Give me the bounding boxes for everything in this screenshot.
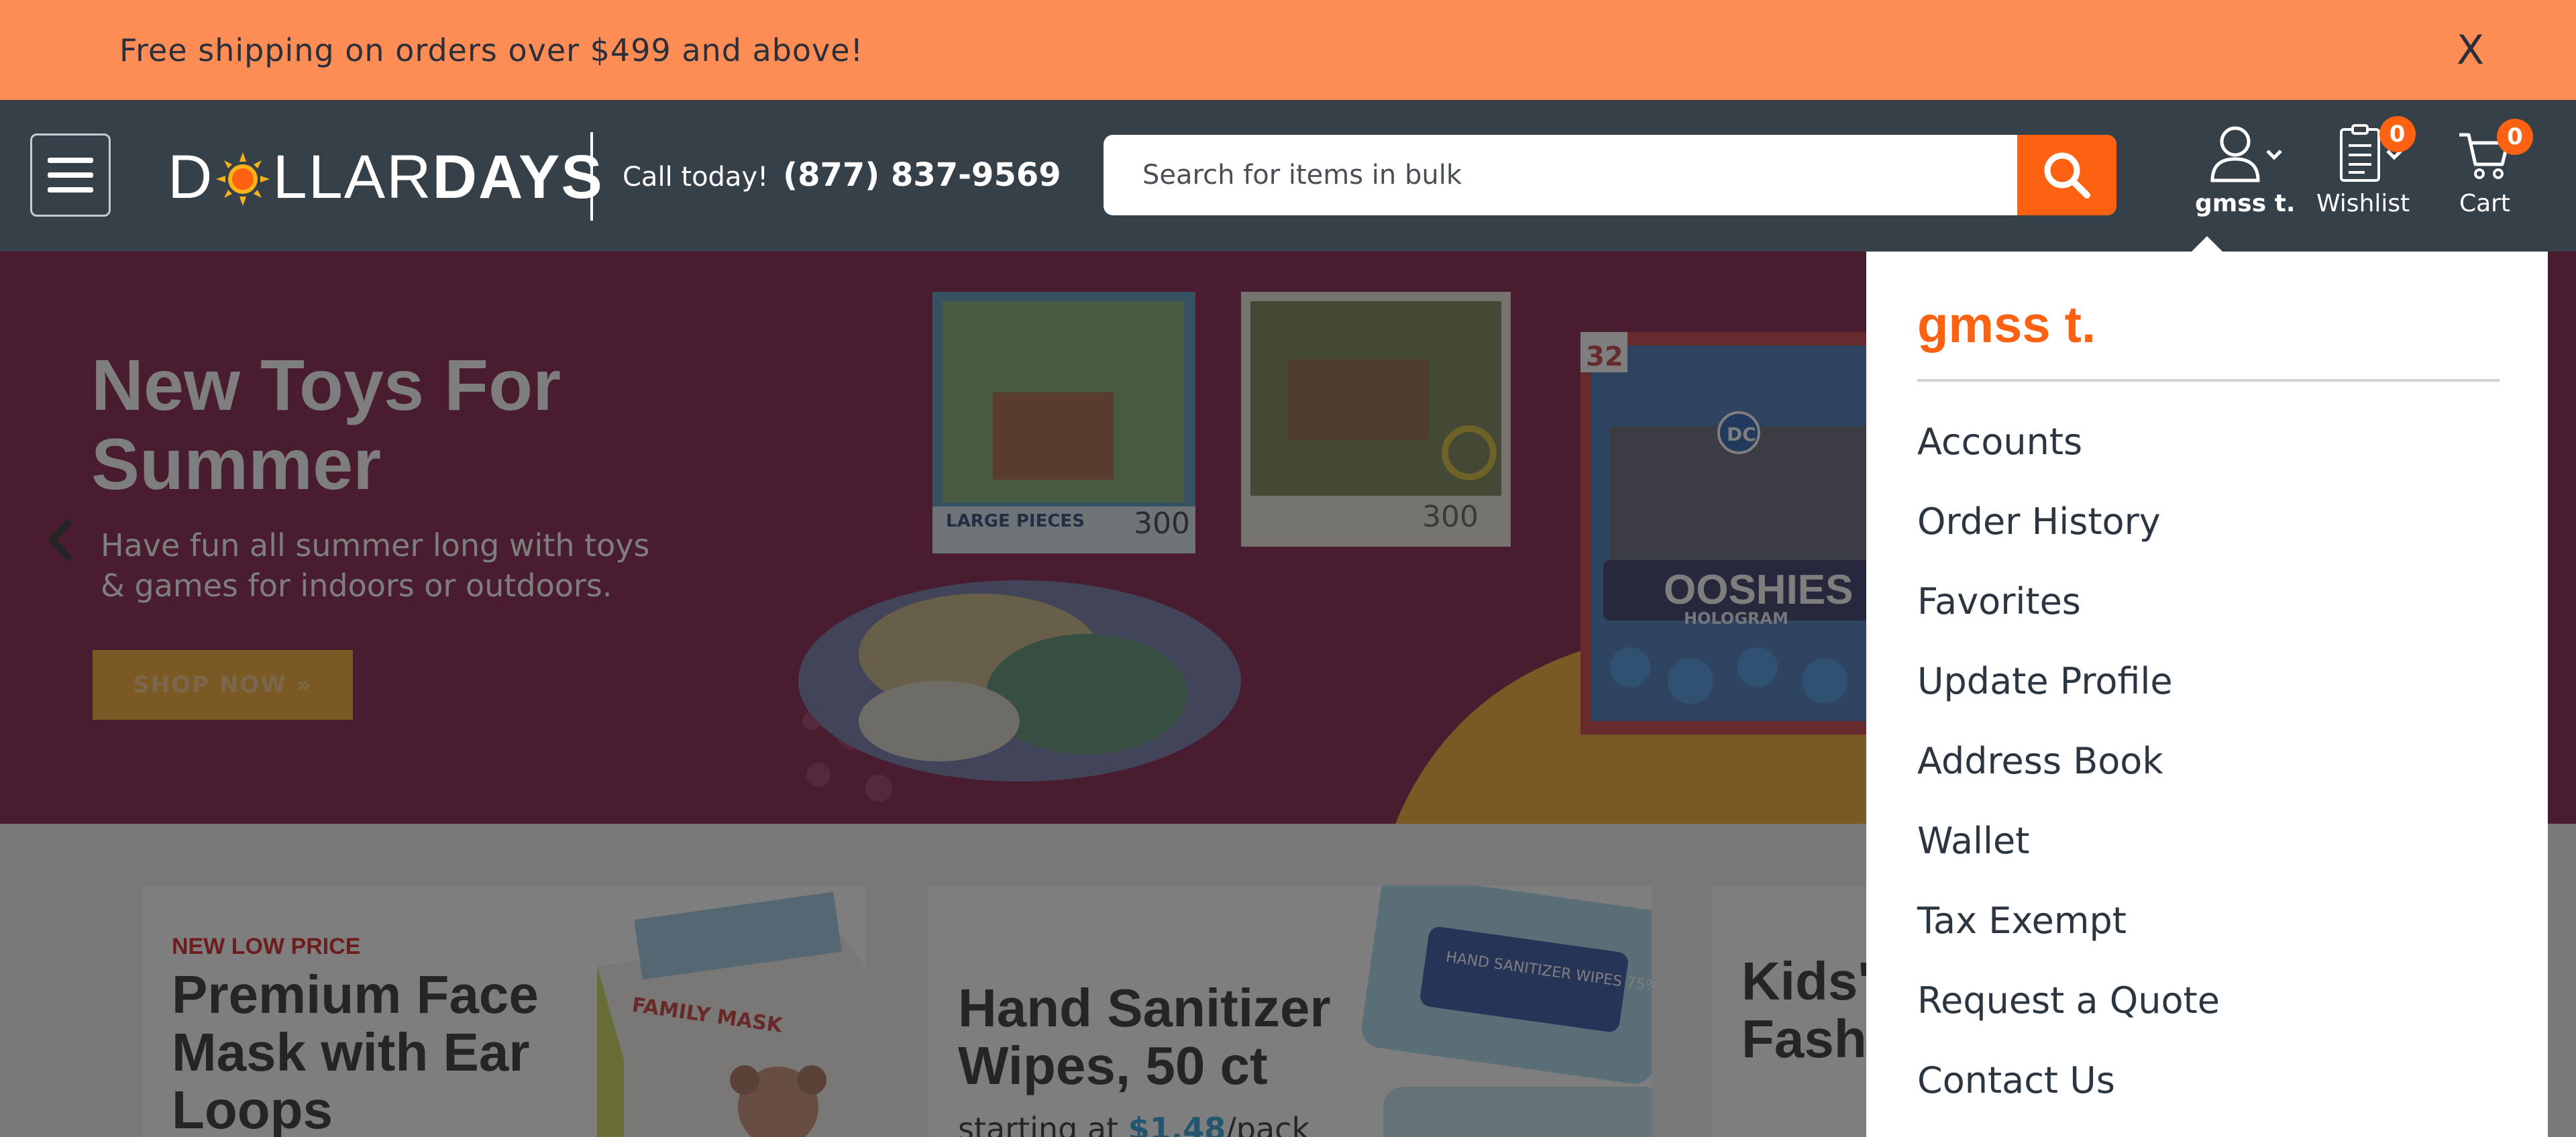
dropdown-menu: Accounts Order History Favorites Update … xyxy=(1917,419,2220,1137)
promo-text: Free shipping on orders over $499 and ab… xyxy=(119,32,864,68)
menu-item-contact-us[interactable]: Contact Us xyxy=(1917,1058,2220,1137)
promo-bar: Free shipping on orders over $499 and ab… xyxy=(0,0,2576,100)
card-tag: NEW LOW PRICE xyxy=(172,934,361,959)
card-title: Hand Sanitizer Wipes, 50 ct xyxy=(958,978,1331,1095)
menu-item-accounts[interactable]: Accounts xyxy=(1917,419,2220,499)
sun-icon xyxy=(216,150,270,206)
shop-now-button[interactable]: SHOP NOW » xyxy=(93,650,353,720)
logo-text-light: LLAR xyxy=(272,142,433,211)
face-mask-product-image: FAMILY MASK xyxy=(597,891,865,1137)
price-suffix: /pack xyxy=(1226,1111,1310,1137)
call-label: Call today! xyxy=(623,162,769,193)
clipboard-list-icon xyxy=(2339,124,2380,182)
menu-item-update-profile[interactable]: Update Profile xyxy=(1917,659,2220,739)
site-header: D LLAR DAYS Call today! (877) 837-9569 S… xyxy=(0,100,2576,252)
logo-text-bold: DAYS xyxy=(432,142,604,211)
chevron-left-icon xyxy=(48,518,72,562)
menu-item-request-quote[interactable]: Request a Quote xyxy=(1917,978,2220,1058)
hero-title: New Toys For Summer xyxy=(91,344,561,504)
price-prefix: starting at xyxy=(958,1111,1128,1137)
price-amount: $1.48 xyxy=(1128,1111,1226,1137)
menu-item-order-history[interactable]: Order History xyxy=(1917,499,2220,579)
dropdown-caret xyxy=(2191,236,2223,252)
puzzle-box-1-text: LARGE PIECES xyxy=(946,511,1085,531)
promo-card-sanitizer-wipes[interactable]: HAND SANITIZER WIPES 75% ALCOHOL Hand Sa… xyxy=(928,885,1652,1137)
search-button[interactable] xyxy=(2017,135,2116,215)
carousel-prev-button[interactable] xyxy=(47,517,74,566)
search-icon xyxy=(2044,152,2090,199)
toy-box-title: OOSHIES xyxy=(1664,567,1854,613)
hamburger-icon xyxy=(48,158,93,163)
chevron-down-icon xyxy=(2266,150,2282,160)
call-info: Call today! (877) 837-9569 xyxy=(623,156,1061,194)
logo-letter-d: D xyxy=(168,142,214,211)
dropdown-divider xyxy=(1917,379,2500,382)
menu-item-favorites[interactable]: Favorites xyxy=(1917,579,2220,659)
cart-label: Cart xyxy=(2459,190,2511,217)
phone-number[interactable]: (877) 837-9569 xyxy=(783,156,1061,194)
wishlist-button[interactable]: 0 Wishlist xyxy=(2316,116,2416,217)
toy-box-badge: 32 xyxy=(1586,341,1623,372)
search-bar xyxy=(1104,135,2116,215)
promo-close-button[interactable]: X xyxy=(2457,27,2484,74)
menu-item-wallet[interactable]: Wallet xyxy=(1917,818,2220,898)
puzzle-box-1-count: 300 xyxy=(1134,506,1190,541)
card-price: starting at $1.48/pack xyxy=(958,1111,1309,1137)
cart-count-badge: 0 xyxy=(2497,119,2533,155)
site-logo[interactable]: D LLAR DAYS xyxy=(168,140,604,214)
hero-product-images: LARGE PIECES 300 300 32 DC OOSHIES HOLOG… xyxy=(798,292,1878,824)
promo-card-face-mask[interactable]: FAMILY MASK NEW LOW PRICE Premium Face M… xyxy=(142,885,865,1137)
card-title: Premium Face Mask with Ear Loops xyxy=(172,965,539,1137)
search-input[interactable] xyxy=(1104,135,2017,215)
menu-item-tax-exempt[interactable]: Tax Exempt xyxy=(1917,898,2220,978)
logo-divider xyxy=(590,132,593,221)
menu-item-address-book[interactable]: Address Book xyxy=(1917,739,2220,818)
toy-box-subtitle: HOLOGRAM xyxy=(1684,609,1788,628)
puzzle-box-2-count: 300 xyxy=(1422,500,1479,534)
hero-subtitle: Have fun all summer long with toys & gam… xyxy=(101,527,650,604)
toy-box-logo: DC xyxy=(1727,423,1756,445)
account-dropdown: gmss t. Accounts Order History Favorites… xyxy=(1866,252,2548,1137)
wishlist-count-badge: 0 xyxy=(2379,116,2416,152)
menu-button[interactable] xyxy=(30,133,111,217)
account-menu-button[interactable]: gmss t. xyxy=(2195,124,2296,217)
account-label: gmss t. xyxy=(2195,190,2296,217)
wishlist-label: Wishlist xyxy=(2316,190,2410,217)
user-icon xyxy=(2210,126,2260,182)
sanitizer-wipes-product-image: HAND SANITIZER WIPES 75% ALCOHOL xyxy=(1361,885,1652,1137)
dropdown-user-name: gmss t. xyxy=(1917,296,2096,354)
cart-button[interactable]: 0 Cart xyxy=(2455,119,2533,217)
